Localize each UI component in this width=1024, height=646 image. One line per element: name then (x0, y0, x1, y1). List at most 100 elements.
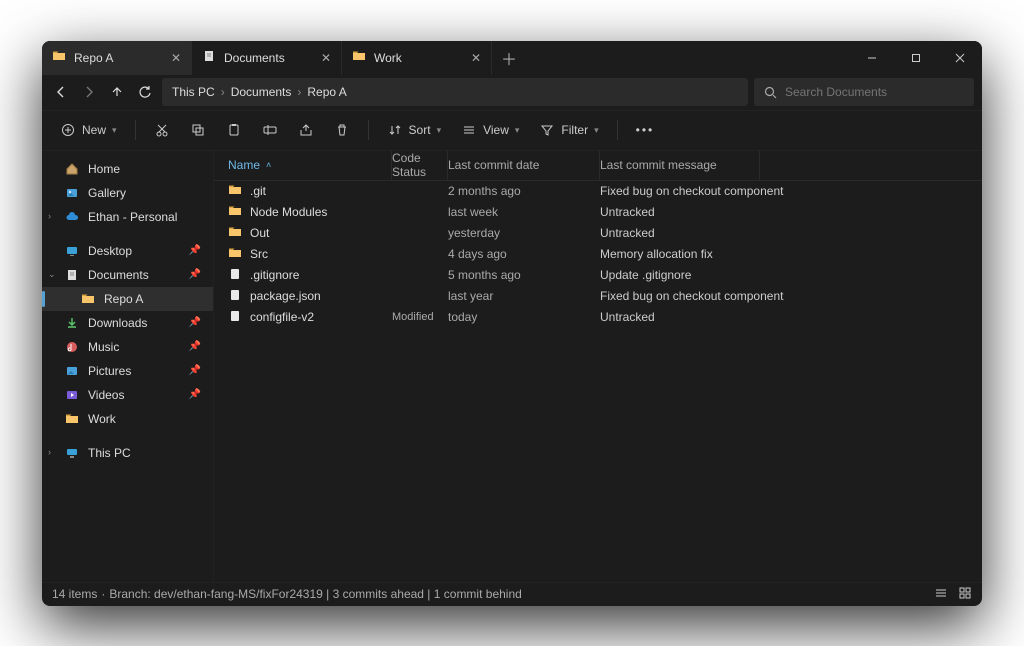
more-button[interactable]: ••• (628, 119, 663, 141)
tab-work[interactable]: Work✕ (342, 41, 492, 75)
pin-icon: 📌 (189, 269, 201, 280)
sidebar-item-label: Repo A (104, 292, 143, 306)
cut-icon (154, 122, 170, 138)
sidebar-item-downloads[interactable]: Downloads 📌 (42, 311, 213, 335)
delete-button[interactable] (326, 118, 358, 142)
pin-icon: 📌 (189, 317, 201, 328)
column-header-code-status[interactable]: Code Status (392, 151, 448, 180)
sidebar-item-repo-a[interactable]: Repo A (42, 287, 213, 311)
sidebar-item-videos[interactable]: Videos 📌 (42, 383, 213, 407)
cloud-icon (64, 209, 80, 225)
status-separator: · (101, 587, 105, 601)
chevron-right-icon[interactable]: › (48, 447, 51, 457)
desktop-icon (64, 243, 80, 259)
forward-button[interactable] (82, 85, 96, 99)
content-pane: Name ˄ Code Status Last commit date Last… (214, 151, 982, 582)
table-row[interactable]: Node Moduleslast weekUntracked (214, 202, 982, 223)
tab-repo-a[interactable]: Repo A✕ (42, 41, 192, 75)
view-button[interactable]: View ▾ (453, 118, 527, 142)
crumb-repo-a[interactable]: Repo A (307, 85, 346, 99)
sidebar-item-home[interactable]: Home (42, 157, 213, 181)
document-icon (64, 267, 80, 283)
refresh-button[interactable] (138, 85, 152, 99)
music-icon (64, 339, 80, 355)
filter-button[interactable]: Filter ▾ (531, 118, 606, 142)
cell-last-commit-message: Untracked (600, 205, 655, 219)
chevron-down-icon[interactable]: ⌄ (48, 269, 56, 280)
close-tab-button[interactable]: ✕ (321, 51, 331, 65)
thumbnails-view-button[interactable] (958, 586, 972, 603)
folder-icon (80, 291, 96, 307)
file-icon (228, 288, 242, 305)
copy-button[interactable] (182, 118, 214, 142)
cell-name: .git (250, 184, 266, 198)
sort-ascending-icon: ˄ (266, 160, 271, 170)
cell-name: Src (250, 247, 268, 261)
new-button[interactable]: New ▾ (52, 118, 125, 142)
sidebar-item-documents[interactable]: ⌄ Documents 📌 (42, 263, 213, 287)
column-header-last-commit-message[interactable]: Last commit message (600, 151, 760, 180)
table-row[interactable]: .gitignore5 months agoUpdate .gitignore (214, 265, 982, 286)
copy-icon (190, 122, 206, 138)
pc-icon (64, 445, 80, 461)
cell-last-commit-message: Fixed bug on checkout component (600, 289, 783, 303)
view-label: View (483, 123, 509, 137)
tab-label: Documents (224, 51, 285, 65)
cell-last-commit-message: Untracked (600, 310, 655, 324)
file-icon (228, 267, 242, 284)
table-row[interactable]: package.jsonlast yearFixed bug on checko… (214, 286, 982, 307)
crumb-this-pc[interactable]: This PC (172, 85, 215, 99)
folder-icon (352, 49, 366, 66)
more-icon: ••• (636, 123, 655, 137)
sidebar-item-label: Work (88, 412, 116, 426)
cell-last-commit-date: last year (448, 289, 600, 303)
new-icon (60, 122, 76, 138)
sidebar-item-pictures[interactable]: Pictures 📌 (42, 359, 213, 383)
paste-button[interactable] (218, 118, 250, 142)
details-view-button[interactable] (934, 586, 948, 603)
up-button[interactable] (110, 85, 124, 99)
folder-icon (228, 225, 242, 242)
table-row[interactable]: configfile-v2ModifiedtodayUntracked (214, 307, 982, 328)
pin-icon: 📌 (189, 245, 201, 256)
table-row[interactable]: Src4 days agoMemory allocation fix (214, 244, 982, 265)
folder-icon (228, 246, 242, 263)
new-tab-button[interactable]: ＋ (492, 41, 526, 75)
paste-icon (226, 122, 242, 138)
search-box[interactable] (754, 78, 974, 106)
close-tab-button[interactable]: ✕ (171, 51, 181, 65)
cell-last-commit-message: Untracked (600, 226, 655, 240)
folder-icon (64, 411, 80, 427)
chevron-right-icon[interactable]: › (48, 211, 51, 221)
sidebar-item-gallery[interactable]: Gallery (42, 181, 213, 205)
sidebar-item-onedrive[interactable]: › Ethan - Personal (42, 205, 213, 229)
chevron-right-icon: › (297, 85, 301, 99)
tab-documents[interactable]: Documents ✕ (192, 41, 342, 75)
sidebar-item-desktop[interactable]: Desktop 📌 (42, 239, 213, 263)
column-header-last-commit-date[interactable]: Last commit date (448, 151, 600, 180)
maximize-button[interactable] (894, 41, 938, 75)
close-tab-button[interactable]: ✕ (471, 51, 481, 65)
close-window-button[interactable] (938, 41, 982, 75)
sort-button[interactable]: Sort ▾ (379, 118, 450, 142)
table-row[interactable]: OutyesterdayUntracked (214, 223, 982, 244)
crumb-documents[interactable]: Documents (231, 85, 292, 99)
back-button[interactable] (54, 85, 68, 99)
chevron-right-icon: › (221, 85, 225, 99)
rename-button[interactable] (254, 118, 286, 142)
sidebar-item-label: Gallery (88, 186, 126, 200)
sidebar-item-music[interactable]: Music 📌 (42, 335, 213, 359)
search-input[interactable] (785, 85, 964, 99)
sidebar-item-work[interactable]: Work (42, 407, 213, 431)
breadcrumb[interactable]: This PC › Documents › Repo A (162, 78, 748, 106)
table-row[interactable]: .git2 months agoFixed bug on checkout co… (214, 181, 982, 202)
share-button[interactable] (290, 118, 322, 142)
cell-name: configfile-v2 (250, 310, 314, 324)
pictures-icon (64, 363, 80, 379)
status-bar: 14 items · Branch: dev/ethan-fang-MS/fix… (42, 582, 982, 606)
cell-name: Node Modules (250, 205, 327, 219)
cut-button[interactable] (146, 118, 178, 142)
minimize-button[interactable] (850, 41, 894, 75)
sidebar-item-this-pc[interactable]: › This PC (42, 441, 213, 465)
column-header-name[interactable]: Name ˄ (228, 151, 392, 180)
